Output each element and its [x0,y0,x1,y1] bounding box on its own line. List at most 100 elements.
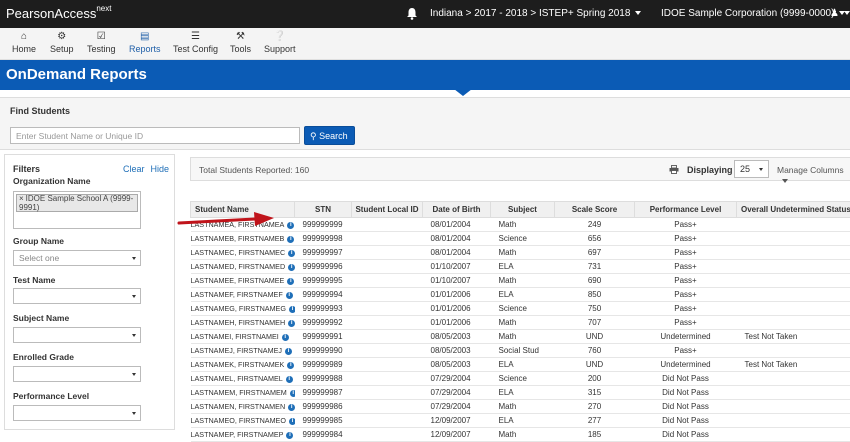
nav-reports[interactable]: ▤Reports [129,31,161,54]
info-icon[interactable]: i [287,362,294,369]
manage-columns-button[interactable]: Manage Columns [777,165,850,185]
print-icon[interactable] [669,165,679,174]
dob-cell: 07/29/2004 [423,372,491,386]
undetermined-status-cell: Test Not Taken [737,358,850,372]
student-name-link[interactable]: LASTNAMEP, FIRSTNAMEPi [191,428,295,442]
undetermined-status-cell [737,372,850,386]
student-name-link[interactable]: LASTNAMEJ, FIRSTNAMEJi [191,344,295,358]
scale-score-cell: 200 [555,372,635,386]
search-button[interactable]: ⚲ Search [304,126,355,145]
performance-level-cell: Pass+ [635,218,737,232]
student-name-link[interactable]: LASTNAMEI, FIRSTNAMEIi [191,330,295,344]
nav-testing[interactable]: ☑Testing [87,31,116,54]
student-name-link[interactable]: LASTNAMEG, FIRSTNAMEGi [191,302,295,316]
chevron-down-icon [635,11,641,15]
info-icon[interactable]: i [287,222,294,229]
results-toolbar: Total Students Reported: 160 Displaying … [190,157,850,181]
student-name-link[interactable]: LASTNAMEE, FIRSTNAMEEi [191,274,295,288]
stn-cell: 999999984 [295,428,352,442]
subject-cell: Science [491,232,555,246]
col-header-dob[interactable]: Date of Birth [423,202,491,218]
student-name-link[interactable]: LASTNAMEK, FIRSTNAMEKi [191,358,295,372]
brand-logo[interactable]: PearsonAccessnext [6,6,111,21]
search-input[interactable]: Enter Student Name or Unique ID [10,127,300,144]
context-selector[interactable]: Indiana > 2017 - 2018 > ISTEP+ Spring 20… [430,8,641,19]
user-menu[interactable]: ♟ [830,8,850,19]
nav-test-config[interactable]: ☰Test Config [173,31,218,54]
info-icon[interactable]: i [285,348,292,355]
col-header-local-id[interactable]: Student Local ID [352,202,423,218]
grade-filter-select[interactable] [13,366,141,382]
student-name-link[interactable]: LASTNAMEL, FIRSTNAMELi [191,372,295,386]
performance-level-cell: Did Not Pass [635,414,737,428]
table-row: LASTNAMEF, FIRSTNAMEFi99999999401/01/200… [191,288,850,302]
info-icon[interactable]: i [287,278,294,285]
scale-score-cell: 277 [555,414,635,428]
info-icon[interactable]: i [286,376,293,383]
local-id-cell [352,386,423,400]
organization-selector[interactable]: IDOE Sample Corporation (9999-0000) [661,8,845,19]
stn-cell: 999999987 [295,386,352,400]
student-name-link[interactable]: LASTNAMEM, FIRSTNAMEMi [191,386,295,400]
info-icon[interactable]: i [288,320,294,327]
group-filter-select[interactable]: Select one [13,250,141,266]
dob-cell: 01/10/2007 [423,260,491,274]
page-size-select[interactable]: 25 [734,160,769,178]
bell-icon[interactable] [406,7,418,20]
nav-support[interactable]: ❔Support [264,31,296,54]
undetermined-status-cell [737,428,850,442]
student-name-link[interactable]: LASTNAMEB, FIRSTNAMEBi [191,232,295,246]
col-header-subject[interactable]: Subject [491,202,555,218]
nav-tools[interactable]: ⚒Tools [230,31,251,54]
clear-filters-link[interactable]: Clear [123,164,145,174]
undetermined-status-cell [737,218,850,232]
dob-cell: 07/29/2004 [423,386,491,400]
scale-score-cell: 656 [555,232,635,246]
col-header-performance[interactable]: Performance Level [635,202,737,218]
org-filter-input[interactable]: ×IDOE Sample School A (9999-9991) [13,191,141,229]
user-icon: ♟ [830,8,839,19]
info-icon[interactable]: i [286,432,293,439]
col-header-undetermined[interactable]: Overall Undetermined Status [737,202,850,218]
student-name-link[interactable]: LASTNAMEO, FIRSTNAMEOi [191,414,295,428]
table-row: LASTNAMEJ, FIRSTNAMEJi99999999008/05/200… [191,344,850,358]
subject-cell: ELA [491,358,555,372]
student-name-link[interactable]: LASTNAMEH, FIRSTNAMEHi [191,316,295,330]
info-icon[interactable]: i [289,306,295,313]
student-name-link[interactable]: LASTNAMED, FIRSTNAMEDi [191,260,295,274]
nav-setup[interactable]: ⚙Setup [50,31,74,54]
info-icon[interactable]: i [290,390,295,397]
chevron-down-icon [132,412,136,415]
col-header-scale-score[interactable]: Scale Score [555,202,635,218]
info-icon[interactable]: i [289,418,295,425]
info-icon[interactable]: i [288,404,294,411]
student-name-link[interactable]: LASTNAMEF, FIRSTNAMEFi [191,288,295,302]
subject-filter-select[interactable] [13,327,141,343]
student-name-link[interactable]: LASTNAMEN, FIRSTNAMENi [191,400,295,414]
perf-filter-select[interactable] [13,405,141,421]
info-icon[interactable]: i [288,264,294,271]
col-header-stn[interactable]: STN [295,202,352,218]
page-banner: OnDemand Reports [0,60,850,90]
dob-cell: 08/01/2004 [423,232,491,246]
scale-score-cell: 850 [555,288,635,302]
undetermined-status-cell [737,288,850,302]
wrench-icon: ⚒ [230,31,251,42]
hide-filters-link[interactable]: Hide [150,164,169,174]
org-filter-chip[interactable]: ×IDOE Sample School A (9999-9991) [16,194,138,212]
scale-score-cell: 760 [555,344,635,358]
info-icon[interactable]: i [287,236,294,243]
student-name-link[interactable]: LASTNAMEC, FIRSTNAMECi [191,246,295,260]
nav-home[interactable]: ⌂Home [12,31,36,54]
list-icon: ☰ [173,31,218,42]
test-filter-select[interactable] [13,288,141,304]
scale-score-cell: 697 [555,246,635,260]
group-filter-label: Group Name [13,236,64,246]
info-icon[interactable]: i [286,292,293,299]
info-icon[interactable]: i [282,334,289,341]
local-id-cell [352,302,423,316]
undetermined-status-cell [737,274,850,288]
info-icon[interactable]: i [288,250,294,257]
gear-icon: ⚙ [50,31,74,42]
local-id-cell [352,414,423,428]
